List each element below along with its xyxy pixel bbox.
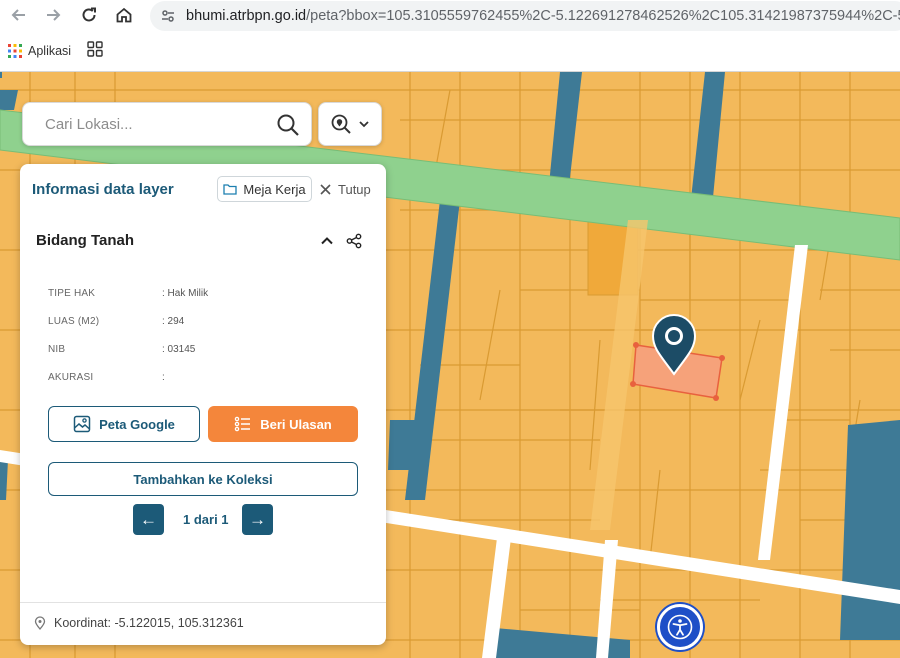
section-title: Bidang Tanah (36, 232, 135, 249)
chevron-down-icon (359, 121, 369, 128)
attr-value-nib: : 03145 (162, 344, 196, 355)
search-icon[interactable] (275, 112, 301, 138)
panel-title: Informasi data layer (32, 181, 174, 198)
reload-button[interactable] (76, 2, 102, 28)
tutup-label: Tutup (338, 181, 371, 197)
map-pin-icon (34, 616, 46, 630)
reload-icon (82, 7, 96, 22)
close-icon (320, 183, 331, 195)
address-bar[interactable]: bhumi.atrbpn.go.id/peta?bbox=105.3105559… (150, 1, 900, 31)
bookmark-apps[interactable]: Aplikasi (8, 44, 71, 58)
beri-ulasan-button[interactable]: Beri Ulasan (208, 406, 358, 442)
peta-google-button[interactable]: Peta Google (48, 406, 200, 442)
attr-label-luas: LUAS (M2) (48, 316, 100, 327)
info-panel: Informasi data layer Meja Kerja Tutup Bi… (20, 164, 386, 645)
url-host: bhumi.atrbpn.go.id (186, 8, 307, 24)
bookmark-apps-label: Aplikasi (28, 44, 72, 58)
attr-label-nib: NIB (48, 344, 66, 355)
search-input[interactable] (45, 115, 265, 133)
attr-value-akurasi: : (162, 372, 165, 383)
tab-groups-button[interactable] (87, 40, 103, 62)
tambahkan-koleksi-button[interactable]: Tambahkan ke Koleksi (48, 462, 358, 496)
search-location-icon (331, 114, 351, 134)
tambahkan-koleksi-label: Tambahkan ke Koleksi (133, 471, 273, 487)
accessibility-icon (667, 614, 693, 640)
accessibility-button[interactable] (657, 604, 703, 650)
review-list-icon (234, 416, 251, 432)
attr-value-tipe-hak: : Hak Milik (162, 288, 209, 299)
attr-label-akurasi: AKURASI (48, 372, 94, 383)
apps-grid-icon (8, 44, 22, 58)
browser-chrome: bhumi.atrbpn.go.id/peta?bbox=105.3105559… (0, 0, 900, 72)
grid-squares-icon (87, 40, 103, 57)
home-icon (116, 7, 132, 23)
location-search-dropdown[interactable] (318, 102, 382, 146)
back-button[interactable] (6, 2, 32, 28)
coordinates-readout: Koordinat: -5.122015, 105.312361 (34, 616, 244, 630)
folder-icon (223, 184, 238, 195)
url-text: bhumi.atrbpn.go.id/peta?bbox=105.3105559… (186, 8, 900, 24)
prev-page-button[interactable]: ← (133, 504, 164, 535)
next-page-button[interactable]: → (242, 504, 273, 535)
map-image-icon (73, 415, 91, 433)
forward-button[interactable] (40, 2, 66, 28)
chevron-up-icon[interactable] (320, 234, 334, 248)
beri-ulasan-label: Beri Ulasan (260, 416, 332, 432)
tutup-button[interactable]: Tutup (320, 178, 371, 200)
pagination-label: 1 dari 1 (183, 512, 229, 527)
arrow-left-icon: ← (140, 509, 157, 529)
share-icon[interactable] (346, 233, 362, 249)
attr-label-tipe-hak: TIPE HAK (48, 288, 96, 299)
meja-kerja-label: Meja Kerja (243, 181, 306, 197)
peta-google-label: Peta Google (99, 416, 175, 432)
meja-kerja-button[interactable]: Meja Kerja (217, 176, 312, 202)
footer-divider (20, 602, 386, 603)
arrow-right-icon (47, 9, 61, 21)
home-button[interactable] (111, 2, 137, 28)
search-box (22, 102, 312, 146)
attr-value-luas: : 294 (162, 316, 185, 327)
arrow-right-icon: → (249, 509, 266, 529)
site-settings-icon (162, 10, 174, 22)
bookmarks-bar: Aplikasi (0, 36, 900, 66)
coordinates-text: Koordinat: -5.122015, 105.312361 (54, 616, 244, 630)
url-path: /peta?bbox=105.3105559762455%2C-5.122691… (306, 8, 900, 24)
arrow-left-icon (11, 9, 25, 21)
